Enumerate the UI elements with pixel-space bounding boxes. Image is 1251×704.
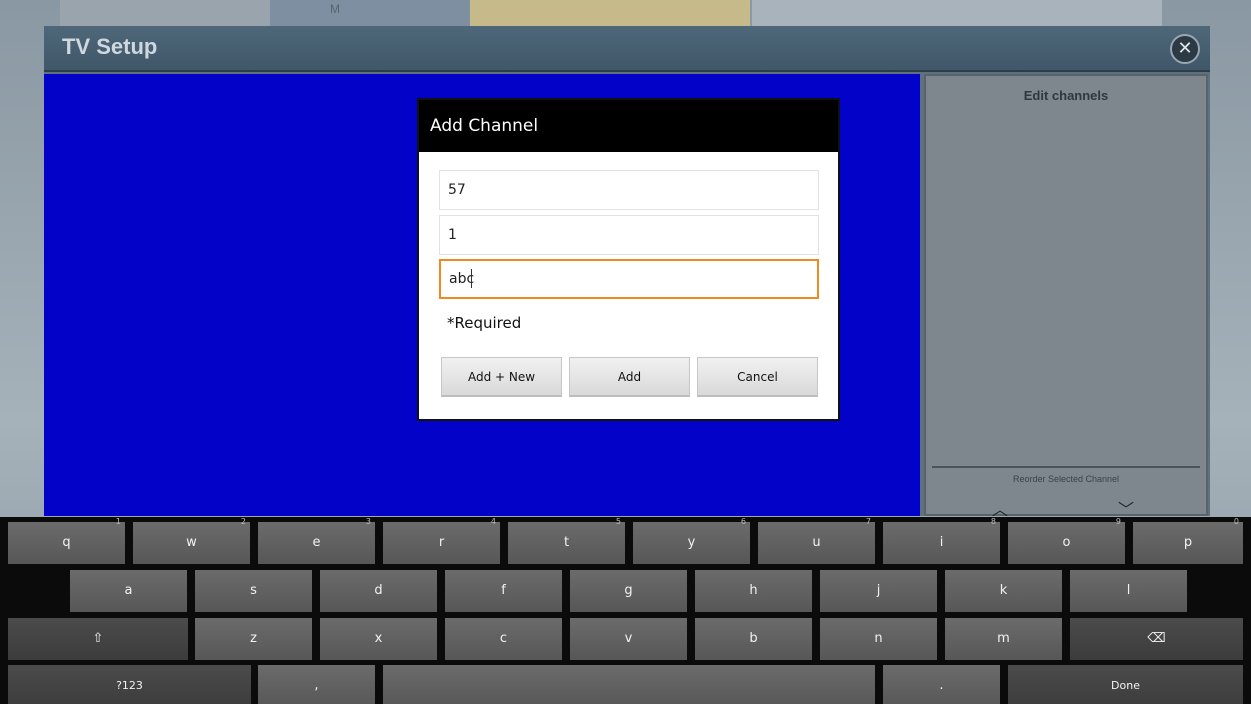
- key-label: p: [1183, 535, 1193, 550]
- key-label: r: [438, 535, 445, 550]
- close-icon[interactable]: ✕: [1170, 34, 1200, 64]
- channel-name-field[interactable]: abc: [439, 259, 819, 299]
- key-u[interactable]: u7: [758, 517, 875, 564]
- key-x[interactable]: x: [320, 618, 437, 660]
- backspace-key[interactable]: ⌫: [1070, 618, 1243, 660]
- key-t[interactable]: t5: [508, 517, 625, 564]
- space-key[interactable]: [383, 665, 875, 704]
- key-label: o: [1062, 535, 1071, 550]
- key-f[interactable]: f: [445, 570, 562, 612]
- dialog-header: Add Channel: [419, 100, 838, 152]
- key-hint: 1: [115, 517, 121, 526]
- backspace-icon: ⌫: [1147, 631, 1166, 646]
- key-label: t: [563, 535, 570, 550]
- reorder-label: Reorder Selected Channel: [1012, 474, 1120, 484]
- dialog-title: Add Channel: [430, 116, 539, 136]
- key-l[interactable]: l: [1070, 570, 1187, 612]
- done-key[interactable]: Done: [1008, 665, 1243, 704]
- key-h[interactable]: h: [695, 570, 812, 612]
- key-k[interactable]: k: [945, 570, 1062, 612]
- key-b[interactable]: b: [695, 618, 812, 660]
- key-w[interactable]: w2: [133, 517, 250, 564]
- shift-icon: ⇧: [92, 631, 104, 646]
- shift-key[interactable]: ⇧: [8, 618, 188, 660]
- text-caret: [471, 269, 472, 288]
- key-label: y: [687, 535, 696, 550]
- symbols-key[interactable]: ?123: [8, 665, 251, 704]
- key-e[interactable]: e3: [258, 517, 375, 564]
- comma-key[interactable]: ,: [258, 665, 375, 704]
- key-hint: 0: [1233, 517, 1239, 526]
- key-z[interactable]: z: [195, 618, 312, 660]
- divider: [932, 466, 1200, 468]
- on-screen-keyboard: q1 w2 e3 r4 t5 y6 u7 i8 o9 p0 a s d f g …: [0, 517, 1251, 704]
- key-c[interactable]: c: [445, 618, 562, 660]
- add-new-button[interactable]: Add + New: [441, 357, 562, 397]
- key-i[interactable]: i8: [883, 517, 1000, 564]
- key-label: u: [812, 535, 821, 550]
- key-v[interactable]: v: [570, 618, 687, 660]
- required-note: *Required: [447, 314, 522, 332]
- background-tab-text: M: [330, 2, 340, 16]
- key-s[interactable]: s: [195, 570, 312, 612]
- edit-channels-panel: Edit channels Reorder Selected Channel ︿…: [924, 74, 1208, 519]
- key-hint: 9: [1115, 517, 1121, 526]
- key-y[interactable]: y6: [633, 517, 750, 564]
- subchannel-field[interactable]: 1: [439, 215, 819, 255]
- channel-number-field[interactable]: 57: [439, 170, 819, 210]
- key-label: q: [62, 535, 71, 550]
- key-label: w: [186, 535, 197, 550]
- add-channel-dialog: Add Channel 57 1 abc *Required Add + New…: [417, 98, 840, 421]
- key-m[interactable]: m: [945, 618, 1062, 660]
- key-hint: 5: [615, 517, 621, 526]
- key-r[interactable]: r4: [383, 517, 500, 564]
- key-a[interactable]: a: [70, 570, 187, 612]
- key-d[interactable]: d: [320, 570, 437, 612]
- add-button[interactable]: Add: [569, 357, 690, 397]
- window-header: TV Setup ✕: [44, 26, 1210, 72]
- key-hint: 7: [865, 517, 871, 526]
- window-title: TV Setup: [62, 34, 158, 59]
- key-q[interactable]: q1: [8, 517, 125, 564]
- key-hint: 8: [990, 517, 996, 526]
- edit-channels-title: Edit channels: [1023, 88, 1109, 103]
- key-hint: 2: [240, 517, 246, 526]
- key-n[interactable]: n: [820, 618, 937, 660]
- key-o[interactable]: o9: [1008, 517, 1125, 564]
- cancel-button[interactable]: Cancel: [697, 357, 818, 397]
- period-key[interactable]: .: [883, 665, 1000, 704]
- key-j[interactable]: j: [820, 570, 937, 612]
- key-hint: 4: [490, 517, 496, 526]
- key-g[interactable]: g: [570, 570, 687, 612]
- key-label: e: [312, 535, 321, 550]
- key-hint: 6: [740, 517, 746, 526]
- key-p[interactable]: p0: [1133, 517, 1243, 564]
- key-hint: 3: [365, 517, 371, 526]
- key-label: i: [939, 535, 944, 550]
